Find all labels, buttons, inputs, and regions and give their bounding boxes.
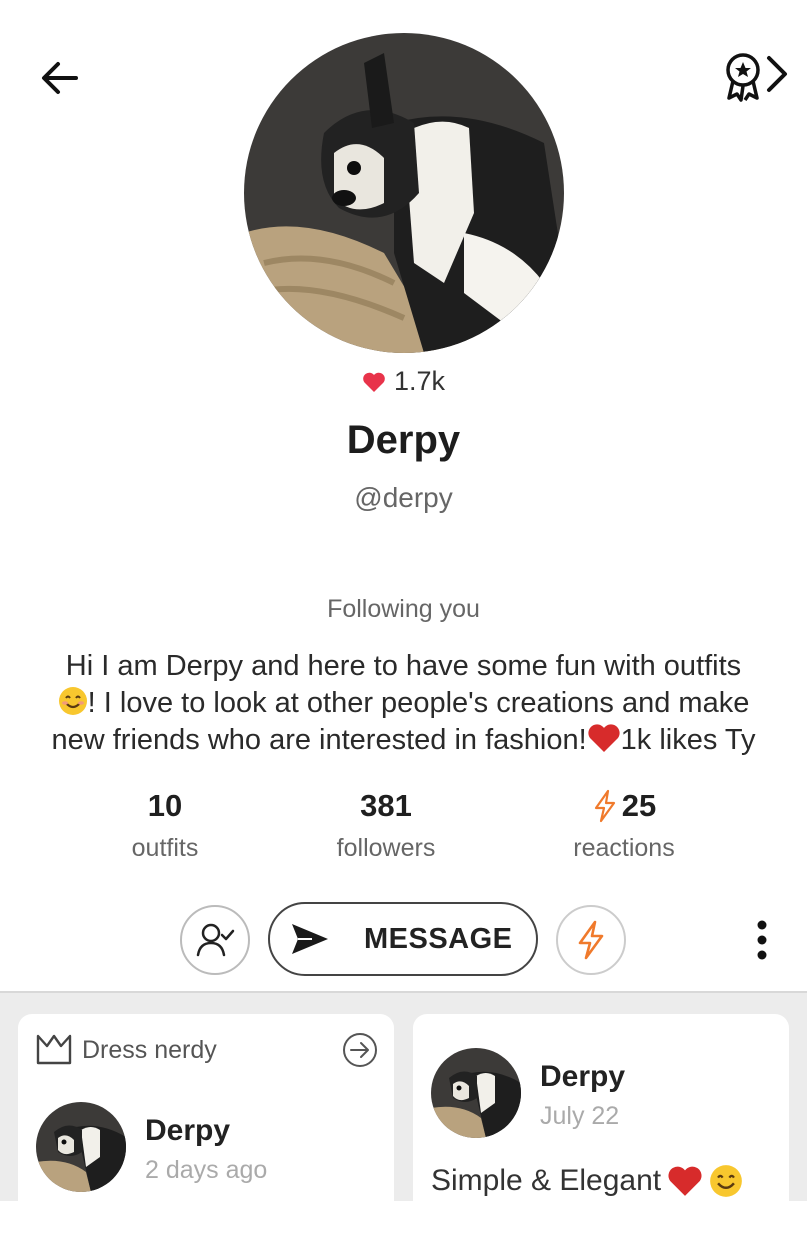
stat-followers[interactable]: 381 followers [276, 786, 496, 863]
card-author: Derpy [540, 1060, 626, 1093]
bottom-edge [0, 1201, 807, 1237]
badges-button[interactable] [712, 48, 802, 108]
card-tag: Dress nerdy [82, 1036, 217, 1064]
author-avatar[interactable] [431, 1048, 521, 1138]
lightning-icon [578, 920, 604, 960]
smiling-face-emoji-icon [58, 687, 87, 715]
profile-name: Derpy [346, 418, 461, 462]
message-label: MESSAGE [364, 922, 513, 955]
dog-photo-thumbnail [431, 1048, 521, 1138]
react-button[interactable] [556, 905, 626, 975]
likes-count: 1.7k [393, 366, 446, 396]
card-caption: Simple & Elegant [431, 1164, 743, 1198]
heart-icon [363, 372, 385, 392]
card-caption-text: Simple & Elegant [431, 1164, 662, 1197]
bio-line-3a-text: new friends who are interested in fashio… [51, 724, 587, 756]
bio-line-3: new friends who are interested in fashio… [14, 722, 793, 759]
card-time: 2 days ago [145, 1156, 268, 1184]
card-author: Derpy [145, 1114, 231, 1147]
bio-line-3b-text: 1k likes Ty [620, 724, 756, 756]
arrow-left-icon [42, 62, 78, 94]
award-ribbon-chevron-icon [726, 53, 787, 102]
profile-likes: 1.7k [0, 366, 807, 397]
reactions-label: reactions [573, 834, 675, 862]
bio-line-2: ! I love to look at other people's creat… [14, 685, 793, 722]
more-vertical-icon [757, 920, 767, 960]
following-status: Following you [327, 595, 480, 623]
reactions-count: 25 [514, 786, 734, 826]
back-button[interactable] [30, 50, 90, 106]
lightning-icon [594, 789, 615, 823]
dog-photo [244, 33, 564, 353]
follow-button[interactable] [180, 905, 250, 975]
bio-line-2-text: ! I love to look at other people's creat… [87, 687, 750, 719]
message-button[interactable]: MESSAGE [268, 902, 538, 976]
more-options-button[interactable] [740, 912, 784, 968]
arrow-right-circle-icon[interactable] [342, 1032, 378, 1068]
crown-icon [36, 1034, 72, 1065]
stat-reactions[interactable]: 25 reactions [514, 786, 734, 863]
card-time: July 22 [540, 1102, 620, 1130]
smiling-face-emoji-icon [710, 1165, 743, 1197]
red-heart-emoji-icon [588, 724, 620, 752]
profile-handle: @derpy [354, 482, 453, 513]
profile-bio: Hi I am Derpy and here to have some fun … [14, 648, 793, 759]
bio-line-1: Hi I am Derpy and here to have some fun … [65, 650, 742, 682]
dog-photo-thumbnail [36, 1102, 126, 1192]
send-icon [292, 924, 328, 954]
reactions-value: 25 [621, 788, 657, 823]
red-heart-emoji-icon [668, 1166, 702, 1196]
followers-label: followers [336, 834, 436, 862]
outfits-label: outfits [131, 834, 199, 862]
followers-count: 381 [360, 788, 412, 823]
author-avatar[interactable] [36, 1102, 126, 1192]
user-check-icon [196, 923, 235, 957]
profile-avatar[interactable] [244, 33, 564, 353]
stat-outfits[interactable]: 10 outfits [55, 786, 275, 863]
outfits-count: 10 [147, 788, 183, 823]
